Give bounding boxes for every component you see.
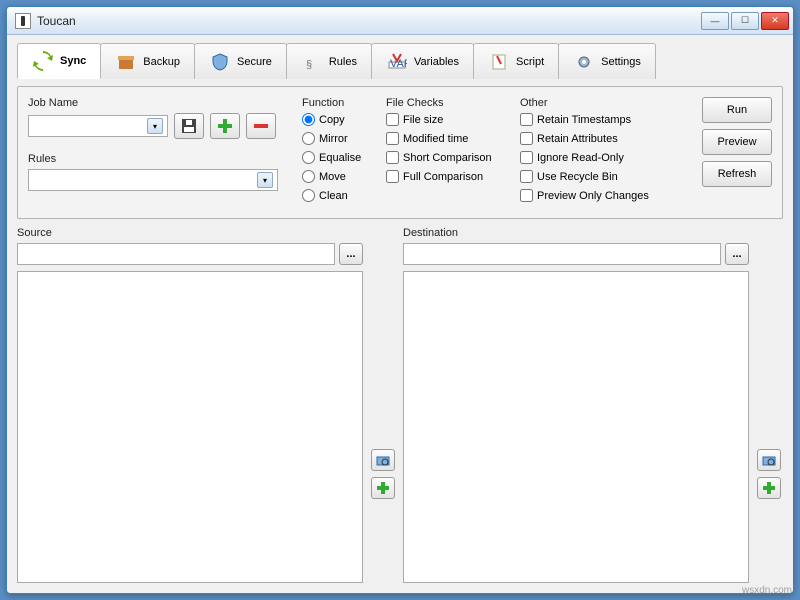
destination-side-buttons	[755, 225, 783, 583]
app-icon	[15, 13, 31, 29]
close-button[interactable]: ✕	[761, 12, 789, 30]
source-add-button[interactable]	[371, 477, 395, 499]
tab-label: Variables	[414, 56, 459, 68]
source-expand-button[interactable]	[371, 449, 395, 471]
destination-label: Destination	[403, 227, 749, 239]
job-name-label: Job Name	[28, 97, 288, 109]
add-job-button[interactable]	[210, 113, 240, 139]
save-job-button[interactable]	[174, 113, 204, 139]
chevron-down-icon: ▾	[257, 172, 273, 188]
plus-icon	[217, 118, 233, 134]
rules-dropdown[interactable]: ▾	[28, 169, 278, 191]
destination-pane: Destination ...	[403, 225, 749, 583]
rules-label: Rules	[28, 153, 288, 165]
check-modified-time[interactable]: Modified time	[386, 132, 506, 145]
shield-icon	[209, 51, 231, 73]
source-listbox[interactable]	[17, 271, 363, 583]
watermark: wsxdn.com	[742, 585, 792, 596]
content-area: Sync Backup Secure § Rules VAR Variables…	[7, 35, 793, 593]
function-label: Function	[302, 97, 372, 109]
folder-search-icon	[762, 453, 776, 467]
chevron-down-icon: ▾	[147, 118, 163, 134]
job-name-dropdown[interactable]: ▾	[28, 115, 168, 137]
file-checks-group: File Checks File size Modified time Shor…	[386, 97, 506, 208]
script-icon	[488, 51, 510, 73]
destination-browse-button[interactable]: ...	[725, 243, 749, 265]
tab-sync[interactable]: Sync	[17, 43, 101, 79]
box-icon	[115, 51, 137, 73]
check-preview-only-changes[interactable]: Preview Only Changes	[520, 189, 680, 202]
other-group: Other Retain Timestamps Retain Attribute…	[520, 97, 680, 208]
source-path-input[interactable]	[17, 243, 335, 265]
plus-icon	[762, 481, 776, 495]
tab-label: Secure	[237, 56, 272, 68]
variables-icon: VAR	[386, 51, 408, 73]
check-short-comparison[interactable]: Short Comparison	[386, 151, 506, 164]
app-window: Toucan — ☐ ✕ Sync Backup Secure § Rules	[6, 6, 794, 594]
radio-copy[interactable]: Copy	[302, 113, 372, 126]
check-retain-timestamps[interactable]: Retain Timestamps	[520, 113, 680, 126]
check-file-size[interactable]: File size	[386, 113, 506, 126]
source-browse-button[interactable]: ...	[339, 243, 363, 265]
tab-backup[interactable]: Backup	[100, 43, 195, 79]
tab-variables[interactable]: VAR Variables	[371, 43, 474, 79]
radio-clean[interactable]: Clean	[302, 189, 372, 202]
tab-secure[interactable]: Secure	[194, 43, 287, 79]
save-icon	[181, 118, 197, 134]
source-pane: Source ...	[17, 225, 363, 583]
window-title: Toucan	[37, 14, 699, 28]
check-full-comparison[interactable]: Full Comparison	[386, 170, 506, 183]
tab-bar: Sync Backup Secure § Rules VAR Variables…	[17, 43, 783, 79]
radio-move[interactable]: Move	[302, 170, 372, 183]
destination-path-input[interactable]	[403, 243, 721, 265]
paragraph-icon: §	[301, 51, 323, 73]
check-retain-attributes[interactable]: Retain Attributes	[520, 132, 680, 145]
sync-icon	[32, 50, 54, 72]
remove-job-button[interactable]	[246, 113, 276, 139]
tab-label: Sync	[60, 55, 86, 67]
function-group: Function Copy Mirror Equalise Move Clean	[302, 97, 372, 208]
check-ignore-read-only[interactable]: Ignore Read-Only	[520, 151, 680, 164]
tab-rules[interactable]: § Rules	[286, 43, 372, 79]
other-label: Other	[520, 97, 680, 109]
tab-label: Backup	[143, 56, 180, 68]
refresh-button[interactable]: Refresh	[702, 161, 772, 187]
minimize-button[interactable]: —	[701, 12, 729, 30]
maximize-button[interactable]: ☐	[731, 12, 759, 30]
tab-label: Rules	[329, 56, 357, 68]
destination-expand-button[interactable]	[757, 449, 781, 471]
gear-icon	[573, 51, 595, 73]
folder-search-icon	[376, 453, 390, 467]
svg-text:§: §	[306, 59, 312, 71]
tab-script[interactable]: Script	[473, 43, 559, 79]
action-buttons: Run Preview Refresh	[694, 97, 772, 208]
radio-mirror[interactable]: Mirror	[302, 132, 372, 145]
minus-icon	[253, 118, 269, 134]
destination-listbox[interactable]	[403, 271, 749, 583]
plus-icon	[376, 481, 390, 495]
run-button[interactable]: Run	[702, 97, 772, 123]
titlebar: Toucan — ☐ ✕	[7, 7, 793, 35]
lower-panes: Source ... Destination ...	[17, 225, 783, 583]
source-side-buttons	[369, 225, 397, 583]
check-use-recycle-bin[interactable]: Use Recycle Bin	[520, 170, 680, 183]
job-column: Job Name ▾ Rules ▾	[28, 97, 288, 208]
radio-equalise[interactable]: Equalise	[302, 151, 372, 164]
tab-label: Settings	[601, 56, 641, 68]
preview-button[interactable]: Preview	[702, 129, 772, 155]
source-label: Source	[17, 227, 363, 239]
tab-settings[interactable]: Settings	[558, 43, 656, 79]
options-panel: Job Name ▾ Rules ▾ Function	[17, 86, 783, 219]
file-checks-label: File Checks	[386, 97, 506, 109]
destination-add-button[interactable]	[757, 477, 781, 499]
tab-label: Script	[516, 56, 544, 68]
